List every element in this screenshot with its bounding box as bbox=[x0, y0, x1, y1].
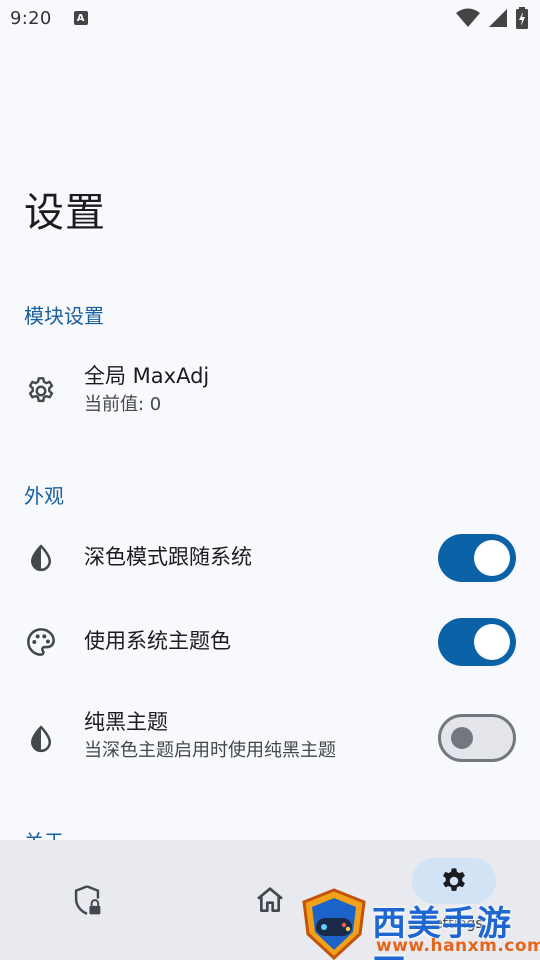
watermark: 西美手游网 www.hanxm.com bbox=[300, 888, 540, 960]
setting-subtitle: 当深色主题启用时使用纯黑主题 bbox=[84, 740, 336, 761]
status-bar: 9:20 A bbox=[0, 0, 540, 36]
shield-lock-icon bbox=[72, 884, 102, 918]
palette-icon bbox=[24, 625, 58, 659]
switch-knob bbox=[474, 540, 510, 576]
setting-row-system-theme-color[interactable]: 使用系统主题色 bbox=[0, 614, 540, 670]
setting-title: 使用系统主题色 bbox=[84, 629, 231, 653]
contrast-icon bbox=[24, 722, 58, 756]
setting-row-max-adj[interactable]: 全局 MaxAdj 当前值: 0 bbox=[0, 358, 540, 430]
pure-black-theme-switch[interactable] bbox=[438, 714, 516, 762]
nav-item-shield[interactable] bbox=[0, 840, 180, 960]
setting-row-pure-black-theme[interactable]: 纯黑主题 当深色主题启用时使用纯黑主题 bbox=[0, 702, 540, 774]
switch-knob bbox=[474, 624, 510, 660]
status-icons bbox=[456, 7, 528, 29]
signal-icon bbox=[489, 9, 507, 27]
wifi-icon bbox=[456, 8, 480, 27]
dark-follow-system-switch[interactable] bbox=[438, 534, 516, 582]
setting-title: 全局 MaxAdj bbox=[84, 364, 210, 388]
status-time: 9:20 bbox=[10, 7, 52, 29]
contrast-icon bbox=[24, 541, 58, 575]
setting-subtitle: 当前值: 0 bbox=[84, 394, 162, 415]
home-icon bbox=[254, 884, 286, 916]
system-theme-color-switch[interactable] bbox=[438, 618, 516, 666]
gear-icon bbox=[24, 374, 58, 408]
setting-title: 纯黑主题 bbox=[84, 710, 168, 734]
battery-icon bbox=[516, 7, 528, 29]
setting-title: 深色模式跟随系统 bbox=[84, 545, 252, 569]
watermark-url: www.hanxm.com bbox=[376, 936, 540, 956]
notification-a-icon: A bbox=[73, 11, 88, 25]
section-title-module: 模块设置 bbox=[24, 304, 104, 328]
switch-knob bbox=[451, 727, 473, 749]
setting-row-dark-follow-system[interactable]: 深色模式跟随系统 bbox=[0, 530, 540, 586]
watermark-logo bbox=[302, 888, 366, 960]
section-title-appearance: 外观 bbox=[24, 484, 64, 508]
page-title: 设置 bbox=[24, 190, 106, 236]
